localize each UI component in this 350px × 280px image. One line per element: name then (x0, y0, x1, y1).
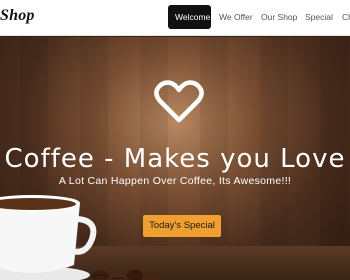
nav-item-che[interactable]: Che (335, 5, 350, 29)
nav-item-our-shop[interactable]: Our Shop (254, 5, 298, 29)
nav-item-welcome[interactable]: Welcome (168, 5, 211, 29)
brand-logo-text[interactable]: Shop (0, 7, 35, 25)
nav-item-we-offer[interactable]: We Offer (212, 5, 254, 29)
hero-title: Coffee - Makes you Love (4, 144, 346, 174)
nav-item-special[interactable]: Special (298, 5, 335, 29)
heart-outline-icon (154, 80, 204, 123)
hero-banner: Coffee - Makes you Love A Lot Can Happen… (0, 37, 350, 280)
top-navbar: Shop Welcome We Offer Our Shop Special C… (0, 0, 350, 36)
hero-subtitle: A Lot Can Happen Over Coffee, Its Awesom… (58, 175, 292, 187)
todays-special-button[interactable]: Today's Special (143, 215, 221, 237)
coffee-cup-image (0, 195, 97, 280)
